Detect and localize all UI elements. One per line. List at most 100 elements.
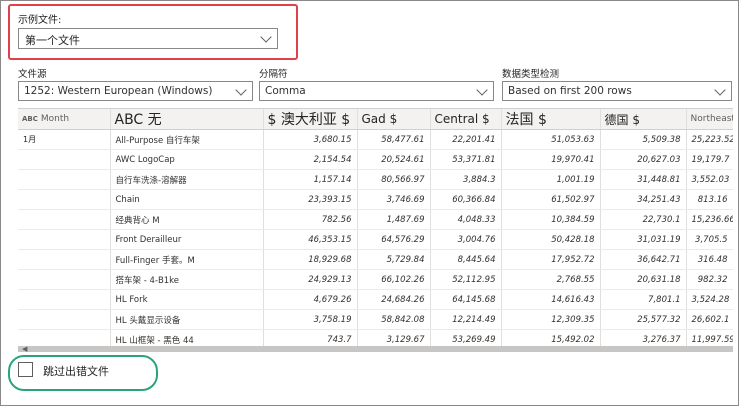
value-cell: 982.32 <box>686 269 733 290</box>
table-header-row: ABC Month ABC 无 $ 澳大利亚 $ Gad $ Central $ … <box>18 109 733 130</box>
data-type-detection-dropdown[interactable]: Based on first 200 rows <box>502 81 732 101</box>
table-row: Front Derailleur 46,353.15 64,576.29 3,004.… <box>18 229 733 250</box>
value-cell: 34,251.43 <box>600 189 687 210</box>
sample-file-value: 第一个文件 <box>25 34 80 47</box>
product-cell: HL 头戴显示设备 <box>110 309 264 330</box>
value-cell: 58,477.61 <box>357 129 431 150</box>
value-cell: 4,048.33 <box>430 209 502 230</box>
column-header[interactable]: ABC 无 <box>110 109 264 130</box>
value-cell: 24,684.26 <box>357 289 431 310</box>
product-cell: 搭车架 - 4-B1ke <box>110 269 264 290</box>
month-cell: 1月 <box>18 129 111 150</box>
preview-table: ABC Month ABC 无 $ 澳大利亚 $ Gad $ Central $ … <box>18 109 733 349</box>
value-cell: 1,157.14 <box>263 169 358 190</box>
value-cell: 20,631.18 <box>600 269 687 290</box>
value-cell: 3,004.76 <box>430 229 502 250</box>
value-cell: 15,236.66 <box>686 209 733 230</box>
table-row: Chain 23,393.15 3,746.69 60,366.84 61,502.97… <box>18 189 733 210</box>
skip-errors-label: 跳过出错文件 <box>43 365 109 378</box>
value-cell: 64,576.29 <box>357 229 431 250</box>
value-cell: 1,487.69 <box>357 209 431 230</box>
table-row: AWC LogoCap 2,154.54 20,524.61 53,371.81 19,… <box>18 149 733 170</box>
value-cell: 26,602.1 <box>686 309 733 330</box>
value-cell: 18,929.68 <box>263 249 358 270</box>
column-header[interactable]: Gad $ <box>357 109 431 130</box>
value-cell: 60,366.84 <box>430 189 502 210</box>
value-cell: 3,884.3 <box>430 169 502 190</box>
month-cell <box>18 269 111 290</box>
product-cell: 经典背心 M <box>110 209 264 230</box>
column-header[interactable]: 德国 $ <box>600 109 687 130</box>
text-type-icon: ABC <box>22 115 38 123</box>
value-cell: 25,577.32 <box>600 309 687 330</box>
value-cell: 22,730.1 <box>600 209 687 230</box>
month-cell <box>18 189 111 210</box>
value-cell: 20,524.61 <box>357 149 431 170</box>
scroll-left-icon[interactable]: ◀ <box>22 345 27 353</box>
value-cell: 12,214.49 <box>430 309 502 330</box>
value-cell: 12,309.35 <box>501 309 601 330</box>
table-row: Full-Finger 手套。M 18,929.68 5,729.84 8,445.6… <box>18 249 733 270</box>
value-cell: 31,448.81 <box>600 169 687 190</box>
value-cell: 8,445.64 <box>430 249 502 270</box>
column-header[interactable]: Central $ <box>430 109 502 130</box>
file-origin-label: 文件源 <box>18 69 47 80</box>
product-cell: Full-Finger 手套。M <box>110 249 264 270</box>
value-cell: 31,031.19 <box>600 229 687 250</box>
value-cell: 813.16 <box>686 189 733 210</box>
month-cell <box>18 249 111 270</box>
value-cell: 5,509.38 <box>600 129 687 150</box>
value-cell: 1,001.19 <box>501 169 601 190</box>
skip-errors-checkbox[interactable] <box>18 362 33 377</box>
column-header[interactable]: $ 澳大利亚 $ <box>263 109 358 130</box>
value-cell: 782.56 <box>263 209 358 230</box>
value-cell: 7,801.1 <box>600 289 687 310</box>
table-row: 1月 All-Purpose 自行车架 3,680.15 58,477.61 22,20… <box>18 129 733 150</box>
value-cell: 66,102.26 <box>357 269 431 290</box>
file-origin-dropdown[interactable]: 1252: Western European (Windows) <box>18 81 253 101</box>
table-row: 自行车洗涤-溶解器 1,157.14 80,566.97 3,884.3 1,001.1… <box>18 169 733 190</box>
value-cell: 3,524.28 <box>686 289 733 310</box>
month-cell <box>18 289 111 310</box>
value-cell: 4,679.26 <box>263 289 358 310</box>
month-cell <box>18 169 111 190</box>
month-cell <box>18 229 111 250</box>
value-cell: 52,112.95 <box>430 269 502 290</box>
delimiter-dropdown[interactable]: Comma <box>259 81 494 101</box>
sample-file-dropdown[interactable]: 第一个文件 <box>18 28 278 49</box>
product-cell: All-Purpose 自行车架 <box>110 129 264 150</box>
value-cell: 23,393.15 <box>263 189 358 210</box>
value-cell: 3,680.15 <box>263 129 358 150</box>
chevron-down-icon <box>476 84 488 96</box>
table-body: 1月 All-Purpose 自行车架 3,680.15 58,477.61 22,20… <box>18 129 733 349</box>
value-cell: 3,758.19 <box>263 309 358 330</box>
value-cell: 53,371.81 <box>430 149 502 170</box>
value-cell: 58,842.08 <box>357 309 431 330</box>
sample-file-label: 示例文件: <box>18 15 62 26</box>
value-cell: 51,053.63 <box>501 129 601 150</box>
delimiter-label: 分隔符 <box>259 69 288 80</box>
month-cell <box>18 209 111 230</box>
value-cell: 17,952.72 <box>501 249 601 270</box>
chevron-down-icon <box>260 31 272 43</box>
product-cell: HL Fork <box>110 289 264 310</box>
value-cell: 22,201.41 <box>430 129 502 150</box>
value-cell: 5,729.84 <box>357 249 431 270</box>
horizontal-scrollbar[interactable]: ◀ <box>18 345 733 353</box>
value-cell: 2,768.55 <box>501 269 601 290</box>
value-cell: 3,746.69 <box>357 189 431 210</box>
column-header[interactable]: ABC Month <box>18 109 111 130</box>
value-cell: 19,970.41 <box>501 149 601 170</box>
value-cell: 3,552.03 <box>686 169 733 190</box>
data-type-detection-value: Based on first 200 rows <box>508 85 632 97</box>
value-cell: 20,627.03 <box>600 149 687 170</box>
product-cell: Chain <box>110 189 264 210</box>
table-row: HL Fork 4,679.26 24,684.26 64,145.68 14,616.… <box>18 289 733 310</box>
chevron-down-icon <box>235 84 247 96</box>
value-cell: 10,384.59 <box>501 209 601 230</box>
column-header[interactable]: 法国 $ <box>501 109 601 130</box>
product-cell: AWC LogoCap <box>110 149 264 170</box>
value-cell: 64,145.68 <box>430 289 502 310</box>
column-header[interactable]: Northeast <box>686 109 733 130</box>
month-cell <box>18 149 111 170</box>
